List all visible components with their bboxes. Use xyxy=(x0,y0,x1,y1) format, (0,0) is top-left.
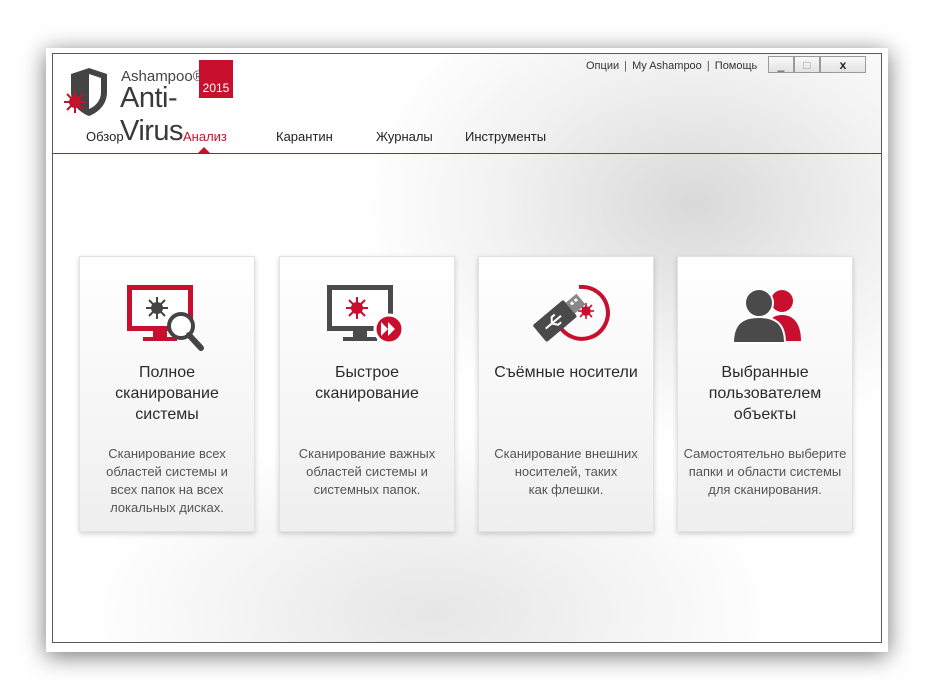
title-line: сканирование xyxy=(315,385,419,402)
card-description: Сканирование внешних носителей, таких ка… xyxy=(479,445,653,499)
card-full-scan[interactable]: Полное сканирование системы Сканирование… xyxy=(79,256,255,532)
desc-line: Сканирование внешних xyxy=(494,446,638,461)
card-quick-scan[interactable]: Быстрое сканирование Сканирование важных… xyxy=(279,256,455,532)
my-ashampoo-link[interactable]: My Ashampoo xyxy=(632,60,702,72)
desc-line: папки и области системы xyxy=(688,464,842,479)
tab-bar: Обзор Анализ Карантин Журналы Инструмент… xyxy=(53,129,881,153)
desc-line: областей системы и xyxy=(106,464,228,479)
title-line: системы xyxy=(135,406,199,423)
title-line: Съёмные носители xyxy=(494,364,638,381)
options-link[interactable]: Опции xyxy=(586,60,619,72)
tab-logs[interactable]: Журналы xyxy=(376,129,433,144)
card-description: Сканирование важных областей системы и с… xyxy=(280,445,454,499)
tab-divider xyxy=(53,153,881,154)
card-removable-media[interactable]: Съёмные носители Сканирование внешних но… xyxy=(478,256,654,532)
year-badge: 2015 xyxy=(199,60,233,98)
title-line: пользователем xyxy=(708,385,822,402)
monitor-search-icon xyxy=(127,285,204,351)
desc-line: всех папок на всех xyxy=(110,482,224,497)
monitor-fast-forward-icon xyxy=(327,285,405,345)
maximize-button[interactable]: □ xyxy=(794,56,820,73)
card-title: Выбранные пользователем объекты xyxy=(678,362,852,425)
desc-line: областей системы и xyxy=(306,464,428,479)
title-line: Полное xyxy=(138,364,195,381)
tab-quarantine[interactable]: Карантин xyxy=(276,129,333,144)
desc-line: локальных дисках. xyxy=(110,500,224,515)
tab-overview[interactable]: Обзор xyxy=(86,129,124,144)
minimize-button[interactable]: _ xyxy=(768,56,794,73)
usb-drive-icon xyxy=(533,284,610,342)
desc-line: носителей, таких xyxy=(514,464,618,479)
desc-line: Самостоятельно выберите xyxy=(683,446,847,461)
users-icon xyxy=(731,288,801,344)
top-links: Опции | My Ashampoo | Помощь xyxy=(586,60,757,72)
title-line: объекты xyxy=(733,406,797,423)
card-title: Быстрое сканирование xyxy=(280,362,454,404)
tab-tools[interactable]: Инструменты xyxy=(465,129,546,144)
help-link[interactable]: Помощь xyxy=(715,60,758,72)
title-line: сканирование xyxy=(115,385,219,402)
card-description: Самостоятельно выберите папки и области … xyxy=(678,445,852,499)
card-custom-objects[interactable]: Выбранные пользователем объекты Самостоя… xyxy=(677,256,853,532)
desc-line: системных папок. xyxy=(313,482,421,497)
desc-line: для сканирования. xyxy=(708,482,822,497)
title-line: Выбранные xyxy=(721,364,809,381)
link-separator: | xyxy=(706,60,710,72)
card-title: Съёмные носители xyxy=(479,362,653,383)
desc-line: Сканирование всех xyxy=(108,446,226,461)
app-logo: Ashampoo® Anti-Virus 2015 xyxy=(61,60,236,147)
close-button[interactable]: x xyxy=(820,56,866,73)
app-window: Ashampoo® Anti-Virus 2015 Опции | My Ash… xyxy=(52,53,882,643)
window-controls: _ □ x xyxy=(768,56,866,73)
desc-line: как флешки. xyxy=(528,482,604,497)
desc-line: Сканирование важных xyxy=(298,446,436,461)
title-line: Быстрое xyxy=(334,364,400,381)
link-separator: | xyxy=(624,60,628,72)
card-title: Полное сканирование системы xyxy=(80,362,254,425)
tab-analysis[interactable]: Анализ xyxy=(183,129,227,144)
card-description: Сканирование всех областей системы и все… xyxy=(80,445,254,517)
shield-virus-logo-icon xyxy=(64,68,107,116)
